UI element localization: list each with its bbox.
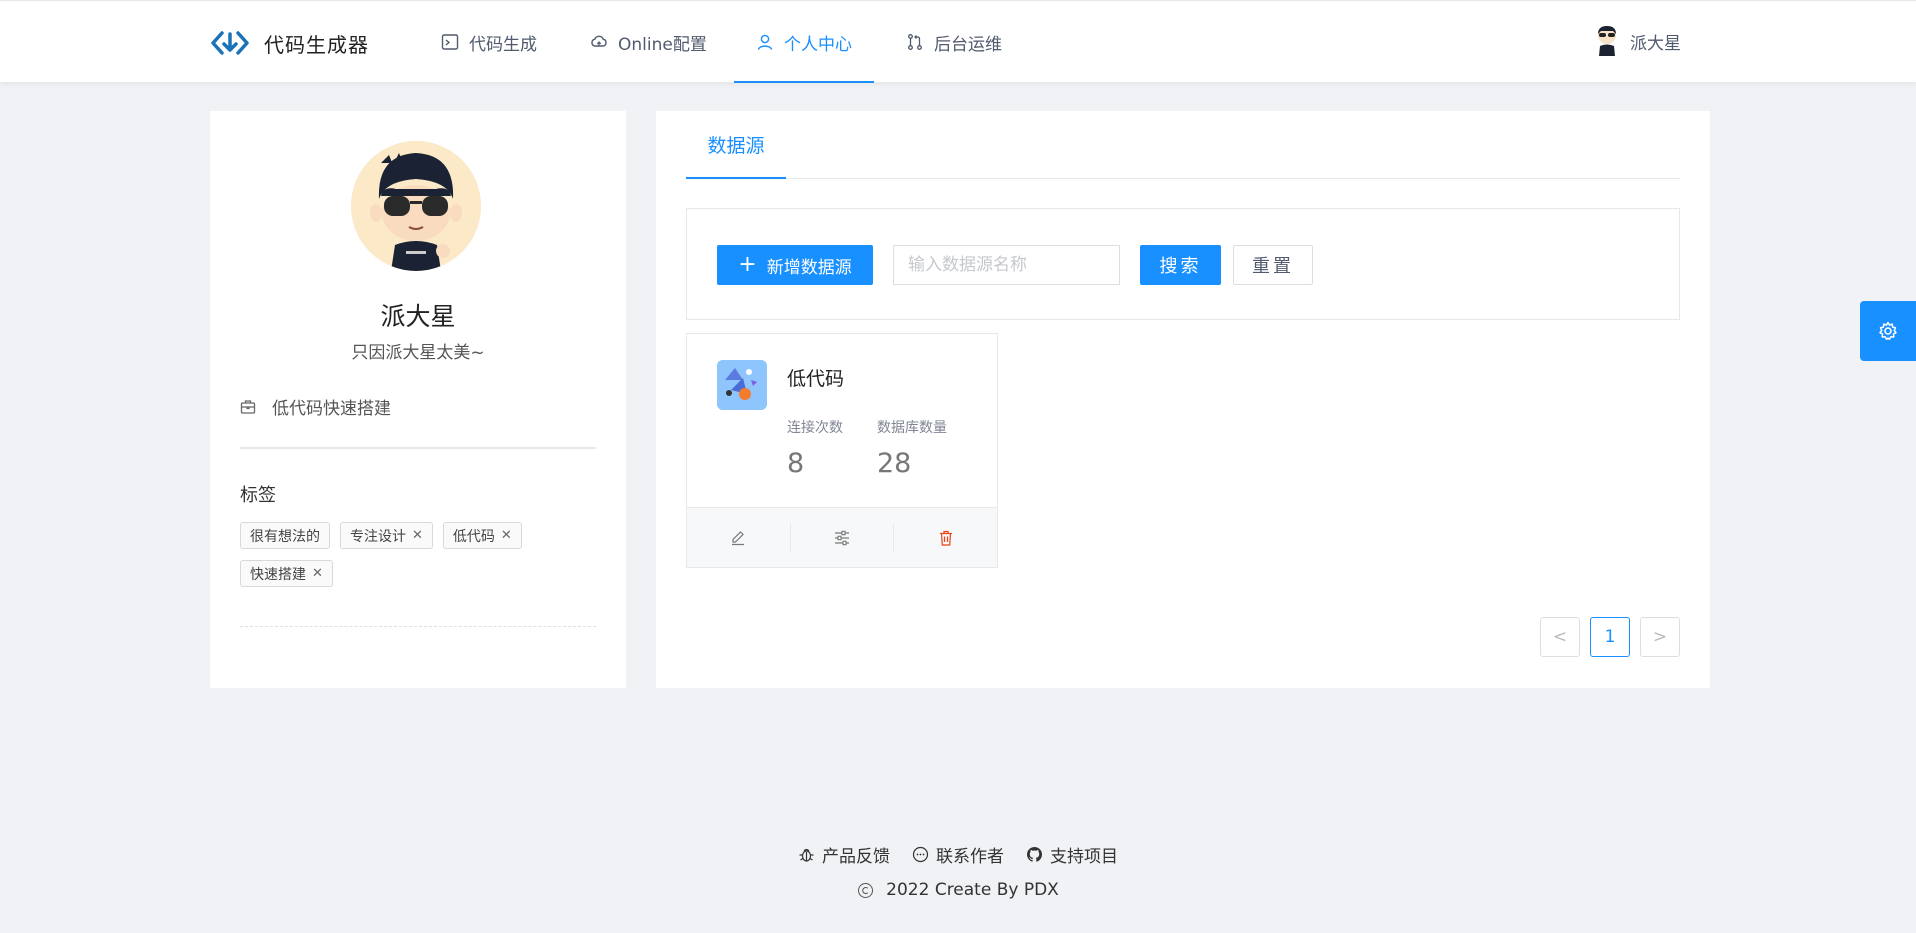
- nav-item-ops[interactable]: 后台运维: [906, 1, 1002, 83]
- tag[interactable]: 很有想法的: [240, 522, 330, 549]
- tag-label: 快速搭建: [250, 566, 306, 583]
- reset-button[interactable]: 重置: [1233, 245, 1313, 285]
- db-count-label: 数据库数量: [877, 420, 947, 436]
- tag-label: 专注设计: [350, 528, 406, 545]
- brand-name: 代码生成器: [264, 32, 369, 57]
- contact-link[interactable]: 联系作者: [912, 842, 1004, 867]
- conn-count-label: 连接次数: [787, 420, 843, 436]
- prev-page-button[interactable]: <: [1540, 617, 1580, 657]
- config-button[interactable]: [791, 523, 895, 552]
- briefcase-icon: [240, 399, 256, 414]
- nav-label: Online配置: [618, 34, 707, 55]
- support-label: 支持项目: [1050, 847, 1118, 867]
- nav-label: 代码生成: [469, 34, 537, 55]
- dashed-divider: [240, 626, 596, 627]
- tag[interactable]: 快速搭建 ✕: [240, 560, 333, 587]
- top-header: 代码生成器 代码生成 Online配置 个人中心 后台运维 派大星: [0, 0, 1916, 83]
- company-label: 低代码快速搭建: [272, 399, 391, 419]
- sliders-icon: [835, 530, 849, 545]
- datasource-card[interactable]: 低代码 连接次数 数据库数量 8 28: [686, 333, 998, 568]
- bug-icon: [799, 848, 814, 862]
- card-actions: [687, 507, 997, 567]
- git-pull-icon: [908, 34, 922, 50]
- user-menu[interactable]: 派大星: [1594, 25, 1681, 57]
- tag[interactable]: 低代码 ✕: [442, 522, 522, 549]
- user-icon: [757, 34, 773, 50]
- datasource-name: 低代码: [787, 368, 845, 390]
- close-icon[interactable]: ✕: [501, 528, 512, 543]
- next-page-button[interactable]: >: [1640, 617, 1680, 657]
- tab-bar: 数据源: [686, 111, 1680, 179]
- divider: [240, 447, 596, 449]
- tags-title: 标签: [240, 485, 276, 506]
- brand[interactable]: 代码生成器: [210, 27, 369, 59]
- feedback-label: 产品反馈: [822, 847, 890, 867]
- edit-icon: [732, 530, 745, 545]
- header-username: 派大星: [1630, 33, 1681, 54]
- datasource-icon: [717, 360, 767, 410]
- close-icon[interactable]: ✕: [412, 528, 423, 543]
- tag-list: 很有想法的 专注设计 ✕ 低代码 ✕ 快速搭建 ✕: [240, 522, 596, 587]
- support-link[interactable]: 支持项目: [1026, 842, 1118, 867]
- profile-card: 派大星 只因派大星太美~ 低代码快速搭建 标签 很有想法的 专注设计 ✕ 低代码 ✕…: [210, 111, 626, 688]
- tag-label: 低代码: [452, 528, 495, 545]
- copyright: 2022 Create By PDX: [0, 880, 1916, 900]
- code-logo-icon: [211, 31, 249, 55]
- cloud-icon: [591, 35, 607, 47]
- nav-item-personal-center[interactable]: 个人中心: [734, 1, 874, 83]
- nav-label: 个人中心: [784, 34, 852, 55]
- contact-label: 联系作者: [936, 847, 1004, 867]
- add-datasource-button[interactable]: + 新增数据源: [717, 245, 873, 285]
- tab-datasource[interactable]: 数据源: [686, 111, 786, 179]
- add-datasource-label: 新增数据源: [766, 257, 852, 278]
- nav-label: 后台运维: [934, 34, 1002, 55]
- pagination: < 1 >: [1540, 617, 1680, 657]
- nav-item-code-gen[interactable]: 代码生成: [441, 1, 537, 83]
- copyright-text: 2022 Create By PDX: [886, 880, 1059, 900]
- datasource-panel: 数据源 + 新增数据源 搜索 重置 低代码 连接次数 数据库数量 8 28: [656, 111, 1710, 688]
- trash-icon: [939, 530, 952, 546]
- settings-button[interactable]: [1860, 301, 1916, 361]
- github-icon: [1027, 847, 1042, 862]
- edit-button[interactable]: [687, 523, 791, 552]
- feedback-link[interactable]: 产品反馈: [798, 842, 890, 867]
- gear-icon: [1879, 321, 1897, 341]
- company-row: 低代码快速搭建: [240, 394, 391, 419]
- chat-icon: [912, 846, 929, 863]
- profile-motto: 只因派大星太美~: [351, 343, 485, 363]
- datasource-search-input[interactable]: [893, 245, 1120, 285]
- search-panel: + 新增数据源 搜索 重置: [686, 208, 1680, 320]
- nav-item-online-config[interactable]: Online配置: [590, 1, 707, 83]
- tag[interactable]: 专注设计 ✕: [340, 522, 433, 549]
- page-number-button[interactable]: 1: [1590, 617, 1630, 657]
- user-avatar: [1598, 26, 1616, 56]
- footer-links: 产品反馈 联系作者 支持项目: [0, 842, 1916, 867]
- delete-button[interactable]: [894, 524, 997, 552]
- tag-label: 很有想法的: [250, 528, 320, 545]
- terminal-icon: [441, 34, 459, 50]
- copyright-icon: [858, 882, 874, 898]
- close-icon[interactable]: ✕: [312, 566, 323, 581]
- profile-name: 派大星: [380, 302, 456, 331]
- profile-avatar: [351, 141, 481, 271]
- search-button[interactable]: 搜索: [1140, 245, 1221, 285]
- db-count-value: 28: [877, 448, 912, 479]
- plus-icon: +: [738, 252, 757, 277]
- conn-count-value: 8: [787, 448, 805, 479]
